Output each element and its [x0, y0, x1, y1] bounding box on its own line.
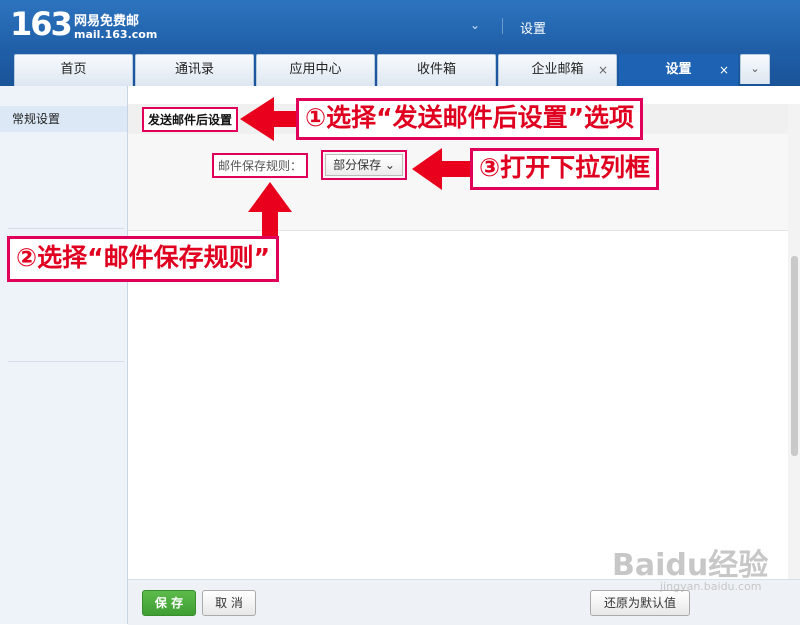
- tab-label: 设置: [665, 62, 692, 77]
- watermark-logo: Baidu经验: [612, 548, 769, 583]
- annotation-step-3: ③打开下拉列框: [470, 148, 660, 190]
- tab-home[interactable]: 首页: [14, 54, 133, 86]
- tab-label: 企业邮箱: [531, 62, 584, 77]
- chevron-down-icon[interactable]: ⌄: [470, 18, 480, 32]
- tab-label: 首页: [60, 62, 87, 77]
- tab-label: 收件箱: [416, 62, 456, 77]
- tab-app-center[interactable]: 应用中心: [256, 54, 375, 86]
- scrollbar-thumb[interactable]: [791, 256, 798, 456]
- sidebar-divider: [8, 361, 124, 362]
- settings-sidebar: 常规设置: [0, 86, 128, 624]
- annotation-step-1: ①选择“发送邮件后设置”选项: [296, 98, 644, 140]
- tab-settings[interactable]: 设置 ×: [619, 54, 738, 86]
- sidebar-item-label: 常规设置: [12, 112, 61, 126]
- header-settings-link[interactable]: 设置: [520, 18, 546, 37]
- section-title-after-send[interactable]: 发送邮件后设置: [142, 107, 239, 132]
- logo-brand-text: 网易免费邮: [74, 14, 140, 29]
- save-rule-label: 邮件保存规则：: [212, 153, 309, 178]
- cancel-button[interactable]: 取 消: [202, 590, 256, 616]
- tab-enterprise-mail[interactable]: 企业邮箱 ×: [498, 54, 617, 86]
- sidebar-item-general-settings[interactable]: 常规设置: [0, 106, 127, 132]
- restore-default-button[interactable]: 还原为默认值: [590, 590, 690, 616]
- save-rule-select[interactable]: 部分保存 ⌄: [325, 154, 403, 176]
- logo-domain-text: mail.163.com: [74, 28, 158, 41]
- tab-bar: 首页 通讯录 应用中心 收件箱 企业邮箱 × 设置 × ⌄: [14, 52, 770, 86]
- tab-more-dropdown[interactable]: ⌄: [740, 54, 770, 84]
- chevron-down-icon: ⌄: [750, 62, 760, 75]
- close-icon[interactable]: ×: [719, 55, 729, 85]
- save-rule-select-highlight: 部分保存 ⌄: [321, 150, 407, 180]
- logo-163[interactable]: 163: [10, 5, 73, 43]
- tab-inbox[interactable]: 收件箱: [377, 54, 496, 86]
- tab-contacts[interactable]: 通讯录: [135, 54, 254, 86]
- sidebar-divider: [8, 228, 124, 229]
- close-icon[interactable]: ×: [598, 55, 608, 85]
- header-divider: [502, 18, 503, 34]
- settings-panel: 邮件保存规则： 部分保存 ⌄: [128, 134, 788, 231]
- annotation-step-2: ②选择“邮件保存规则”: [7, 236, 280, 282]
- tab-label: 应用中心: [289, 62, 342, 77]
- logo-number: 163: [10, 5, 73, 43]
- tab-label: 通讯录: [174, 62, 214, 77]
- watermark-url: jingyan.baidu.com: [660, 580, 762, 593]
- save-button[interactable]: 保 存: [142, 590, 196, 616]
